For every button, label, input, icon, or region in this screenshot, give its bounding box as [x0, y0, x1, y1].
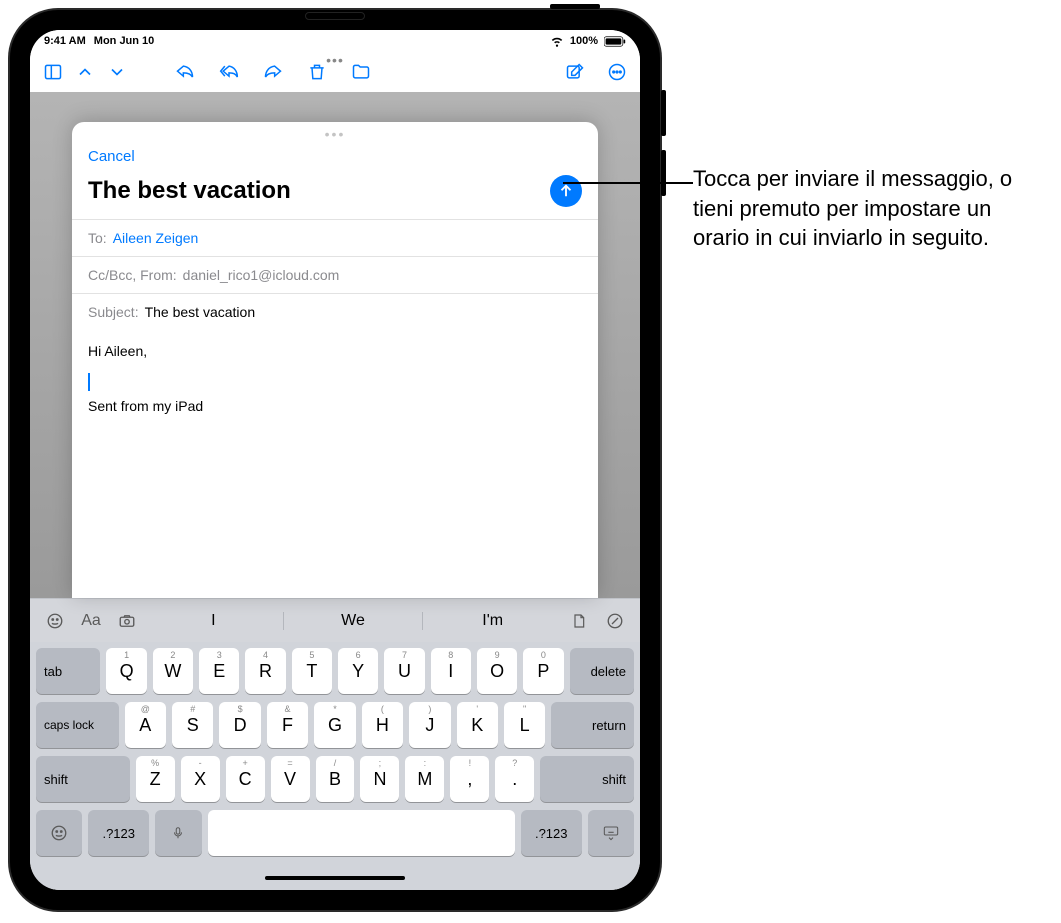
wifi-icon — [550, 34, 564, 48]
status-date: Mon Jun 10 — [94, 35, 155, 47]
key-D[interactable]: $D — [219, 702, 260, 748]
message-body[interactable]: Hi Aileen, Sent from my iPad — [72, 330, 598, 598]
callout-leader-line — [563, 182, 693, 184]
key-U[interactable]: 7U — [384, 648, 424, 694]
chevron-down-icon[interactable] — [106, 61, 128, 83]
subject-label: Subject: — [88, 304, 139, 320]
key-Q[interactable]: 1Q — [106, 648, 146, 694]
to-recipient[interactable]: Aileen Zeigen — [113, 230, 199, 246]
key-R[interactable]: 4R — [245, 648, 285, 694]
status-bar: 9:41 AM Mon Jun 10 100% — [30, 30, 640, 52]
key-E[interactable]: 3E — [199, 648, 239, 694]
key-F[interactable]: &F — [267, 702, 308, 748]
numeric-key[interactable]: .?123 — [88, 810, 149, 856]
reply-icon[interactable] — [174, 61, 196, 83]
tab-key[interactable]: tab — [36, 648, 100, 694]
sheet-grab-indicator[interactable]: ••• — [72, 122, 598, 144]
subject-field[interactable]: Subject: The best vacation — [72, 293, 598, 330]
delete-key[interactable]: delete — [570, 648, 634, 694]
device-notch — [305, 12, 365, 20]
numeric-key[interactable]: .?123 — [521, 810, 582, 856]
key-N[interactable]: ;N — [360, 756, 399, 802]
reply-all-icon[interactable] — [218, 61, 240, 83]
sidebar-toggle-icon[interactable] — [42, 61, 64, 83]
device-power-button — [550, 4, 600, 9]
camera-scan-icon[interactable] — [116, 610, 138, 632]
prediction-word[interactable]: We — [284, 612, 424, 630]
space-key[interactable] — [208, 810, 515, 856]
key-T[interactable]: 5T — [292, 648, 332, 694]
compose-title: The best vacation — [88, 177, 550, 205]
key-O[interactable]: 9O — [477, 648, 517, 694]
prediction-word[interactable]: I'm — [423, 612, 562, 630]
chevron-up-icon[interactable] — [74, 61, 96, 83]
key-L[interactable]: "L — [504, 702, 545, 748]
compose-sheet: ••• Cancel The best vacation To: Aileen … — [72, 122, 598, 598]
ipad-device-frame: 9:41 AM Mon Jun 10 100% ••• — [10, 10, 660, 910]
trash-icon[interactable] — [306, 61, 328, 83]
key-X[interactable]: -X — [181, 756, 220, 802]
cancel-button[interactable]: Cancel — [88, 148, 135, 165]
return-key[interactable]: return — [551, 702, 634, 748]
callout-text: Tocca per inviare il messaggio, o tieni … — [693, 164, 1051, 253]
key-I[interactable]: 8I — [431, 648, 471, 694]
key-Z[interactable]: %Z — [136, 756, 175, 802]
from-value: daniel_rico1@icloud.com — [183, 267, 340, 283]
prediction-bar: Aa I We I'm — [30, 598, 640, 642]
ccbcc-label: Cc/Bcc, From: — [88, 267, 177, 283]
key-H[interactable]: (H — [362, 702, 403, 748]
keyboard-rows: tab 1Q2W3E4R5T6Y7U8I9O0Pdelete caps lock… — [30, 642, 640, 870]
text-cursor — [88, 373, 90, 391]
key-W[interactable]: 2W — [153, 648, 193, 694]
dictation-key[interactable] — [155, 810, 201, 856]
key-G[interactable]: *G — [314, 702, 355, 748]
sticker-icon[interactable] — [44, 610, 66, 632]
compose-icon[interactable] — [564, 61, 586, 83]
key-,[interactable]: !, — [450, 756, 489, 802]
key-Y[interactable]: 6Y — [338, 648, 378, 694]
body-greeting: Hi Aileen, — [88, 340, 582, 362]
key-.[interactable]: ?. — [495, 756, 534, 802]
move-folder-icon[interactable] — [350, 61, 372, 83]
home-indicator[interactable] — [265, 876, 405, 880]
key-J[interactable]: )J — [409, 702, 450, 748]
key-K[interactable]: 'K — [457, 702, 498, 748]
text-format-icon[interactable]: Aa — [80, 610, 102, 632]
shift-key[interactable]: shift — [540, 756, 634, 802]
key-B[interactable]: /B — [316, 756, 355, 802]
more-ellipsis-icon[interactable] — [606, 61, 628, 83]
onscreen-keyboard: Aa I We I'm — [30, 598, 640, 890]
multitask-ellipsis-icon[interactable]: ••• — [326, 52, 344, 68]
send-button[interactable] — [550, 175, 582, 207]
key-V[interactable]: =V — [271, 756, 310, 802]
shift-key[interactable]: shift — [36, 756, 130, 802]
key-M[interactable]: :M — [405, 756, 444, 802]
forward-icon[interactable] — [262, 61, 284, 83]
dimmed-background: ••• Cancel The best vacation To: Aileen … — [30, 92, 640, 598]
status-time: 9:41 AM — [44, 35, 86, 47]
to-field[interactable]: To: Aileen Zeigen — [72, 219, 598, 256]
key-C[interactable]: +C — [226, 756, 265, 802]
key-P[interactable]: 0P — [523, 648, 563, 694]
prediction-word[interactable]: I — [144, 612, 284, 630]
document-icon[interactable] — [568, 610, 590, 632]
body-signature: Sent from my iPad — [88, 395, 582, 417]
hide-keyboard-key[interactable] — [588, 810, 634, 856]
subject-value: The best vacation — [145, 304, 256, 320]
capslock-key[interactable]: caps lock — [36, 702, 119, 748]
device-volume-buttons — [661, 90, 666, 210]
status-battery-pct: 100% — [570, 35, 598, 47]
key-A[interactable]: @A — [125, 702, 166, 748]
battery-icon — [604, 36, 626, 47]
emoji-key[interactable] — [36, 810, 82, 856]
handwriting-icon[interactable] — [604, 610, 626, 632]
ccbcc-from-field[interactable]: Cc/Bcc, From: daniel_rico1@icloud.com — [72, 256, 598, 293]
to-label: To: — [88, 230, 107, 246]
key-S[interactable]: #S — [172, 702, 213, 748]
arrow-up-icon — [557, 182, 575, 200]
ipad-screen: 9:41 AM Mon Jun 10 100% ••• — [30, 30, 640, 890]
